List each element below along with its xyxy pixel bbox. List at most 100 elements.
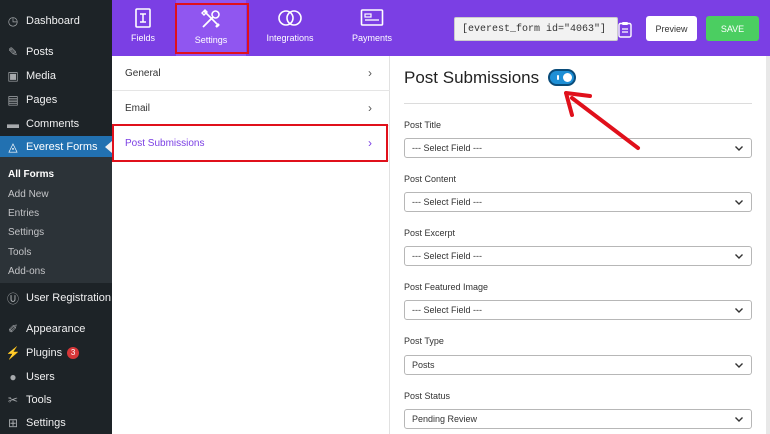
sidebar-item-label: Settings xyxy=(26,417,66,429)
sidebar-item-label: Tools xyxy=(26,394,52,406)
post-excerpt-select[interactable]: --- Select Field --- xyxy=(404,246,752,266)
sidebar-item-label: Plugins xyxy=(26,347,63,359)
sidebar-item-label: User Registration xyxy=(26,292,111,304)
tab-settings[interactable]: Settings xyxy=(176,0,246,56)
menu-item-label: Post Submissions xyxy=(125,137,205,149)
clipboard-icon xyxy=(618,21,632,38)
annotation-arrow xyxy=(564,91,640,150)
save-button[interactable]: SAVE xyxy=(706,16,759,41)
submenu-entries[interactable]: Entries xyxy=(8,208,39,219)
chevron-down-icon xyxy=(735,200,743,205)
post-type-label: Post Type xyxy=(404,336,444,346)
tab-payments[interactable]: Payments xyxy=(340,0,404,56)
settings-menu-general[interactable]: General › xyxy=(112,56,390,91)
tab-label: Payments xyxy=(351,33,393,43)
settings-menu-post-submissions[interactable]: Post Submissions › xyxy=(112,126,390,161)
sidebar-item-tools[interactable]: ✂ Tools xyxy=(0,389,112,411)
tab-fields[interactable]: Fields xyxy=(112,0,174,56)
sidebar-item-comments[interactable]: ▬ Comments xyxy=(0,113,112,135)
sidebar-item-dashboard[interactable]: ◷ Dashboard xyxy=(0,10,112,32)
post-content-label: Post Content xyxy=(404,174,457,184)
select-value: Pending Review xyxy=(412,414,478,424)
sidebar-item-label: Everest Forms xyxy=(26,141,98,153)
settings-menu: General › Email › Post Submissions › xyxy=(112,56,390,434)
chevron-right-icon: › xyxy=(368,101,372,115)
tab-label: Fields xyxy=(130,33,155,43)
media-icon: ▣ xyxy=(7,69,19,83)
preview-button[interactable]: Preview xyxy=(646,16,697,41)
brush-icon: ✐ xyxy=(7,322,19,336)
post-title-label: Post Title xyxy=(404,120,442,130)
post-featured-image-select[interactable]: --- Select Field --- xyxy=(404,300,752,320)
shortcode-field[interactable]: [everest_form id="4063"] xyxy=(454,17,618,41)
sidebar-item-settings[interactable]: ⊞ Settings xyxy=(0,412,112,434)
sidebar-item-posts[interactable]: ✎ Posts xyxy=(0,41,112,63)
sidebar-item-label: Appearance xyxy=(26,323,86,335)
sidebar-item-label: Pages xyxy=(26,94,58,106)
wp-admin-sidebar: ◷ Dashboard ✎ Posts ▣ Media ▤ Pages ▬ Co… xyxy=(0,0,112,434)
menu-item-label: Email xyxy=(125,102,151,114)
toggle-on-mark xyxy=(557,75,559,80)
page-title: Post Submissions xyxy=(404,68,540,87)
integrations-icon xyxy=(278,10,302,26)
select-value: --- Select Field --- xyxy=(412,305,483,315)
plugin-update-badge: 3 xyxy=(67,347,80,359)
post-type-select[interactable]: Posts xyxy=(404,355,752,375)
submenu-add-new[interactable]: Add New xyxy=(8,189,49,200)
sidebar-item-label: Media xyxy=(26,70,56,82)
tab-integrations[interactable]: Integrations xyxy=(254,0,326,56)
chevron-right-icon: › xyxy=(368,66,372,80)
sidebar-item-label: Users xyxy=(26,371,55,383)
toggle-knob xyxy=(563,73,572,82)
scrollbar[interactable] xyxy=(766,56,770,434)
sidebar-item-plugins[interactable]: ⚡ Plugins 3 xyxy=(0,342,112,364)
post-status-select[interactable]: Pending Review xyxy=(404,409,752,429)
select-value: --- Select Field --- xyxy=(412,251,483,261)
submenu-add-ons[interactable]: Add-ons xyxy=(8,266,45,277)
comment-icon: ▬ xyxy=(7,117,19,131)
chevron-right-icon: › xyxy=(368,136,372,150)
sidebar-item-appearance[interactable]: ✐ Appearance xyxy=(0,318,112,340)
post-content-select[interactable]: --- Select Field --- xyxy=(404,192,752,212)
submenu-settings[interactable]: Settings xyxy=(8,227,44,238)
sidebar-item-pages[interactable]: ▤ Pages xyxy=(0,89,112,111)
builder-top-bar: Fields Settings Integrations Payments [e… xyxy=(112,0,770,56)
plugin-icon: ⚡ xyxy=(5,346,21,360)
dashboard-icon: ◷ xyxy=(7,14,19,28)
pin-icon: ✎ xyxy=(7,45,19,59)
sidebar-item-user-registration[interactable]: Ⓤ User Registration xyxy=(0,287,112,309)
sidebar-item-media[interactable]: ▣ Media xyxy=(0,65,112,87)
chevron-down-icon xyxy=(735,254,743,259)
submenu-all-forms[interactable]: All Forms xyxy=(8,169,54,180)
fields-icon xyxy=(135,8,151,28)
chevron-down-icon xyxy=(735,417,743,422)
post-excerpt-label: Post Excerpt xyxy=(404,228,456,238)
sidebar-item-label: Posts xyxy=(26,46,54,58)
select-value: --- Select Field --- xyxy=(412,143,483,153)
tab-label: Settings xyxy=(194,35,228,45)
sidebar-item-everest-forms[interactable]: ◬ Everest Forms xyxy=(0,136,112,158)
sidebar-item-label: Dashboard xyxy=(26,15,80,27)
post-status-label: Post Status xyxy=(404,391,451,401)
chevron-down-icon xyxy=(735,146,743,151)
submenu-tools[interactable]: Tools xyxy=(8,247,31,258)
sidebar-item-label: Comments xyxy=(26,118,80,130)
settings-tools-icon xyxy=(201,9,220,28)
select-value: Posts xyxy=(412,360,435,370)
wrench-icon: ✂ xyxy=(7,393,19,407)
chevron-down-icon xyxy=(735,308,743,313)
settings-menu-email[interactable]: Email › xyxy=(112,91,390,126)
sidebar-item-users[interactable]: ● Users xyxy=(0,366,112,388)
copy-shortcode-button[interactable] xyxy=(614,17,636,41)
everest-icon: ◬ xyxy=(8,140,18,154)
everest-forms-submenu: All Forms Add New Entries Settings Tools… xyxy=(0,157,112,283)
select-value: --- Select Field --- xyxy=(412,197,483,207)
post-featured-image-label: Post Featured Image xyxy=(404,282,489,292)
pages-icon: ▤ xyxy=(7,93,19,107)
chevron-down-icon xyxy=(735,363,743,368)
users-icon: ● xyxy=(9,370,17,384)
user-registration-icon: Ⓤ xyxy=(6,291,19,306)
payments-icon xyxy=(360,9,384,26)
tab-label: Integrations xyxy=(266,33,314,43)
settings-icon: ⊞ xyxy=(7,416,19,430)
